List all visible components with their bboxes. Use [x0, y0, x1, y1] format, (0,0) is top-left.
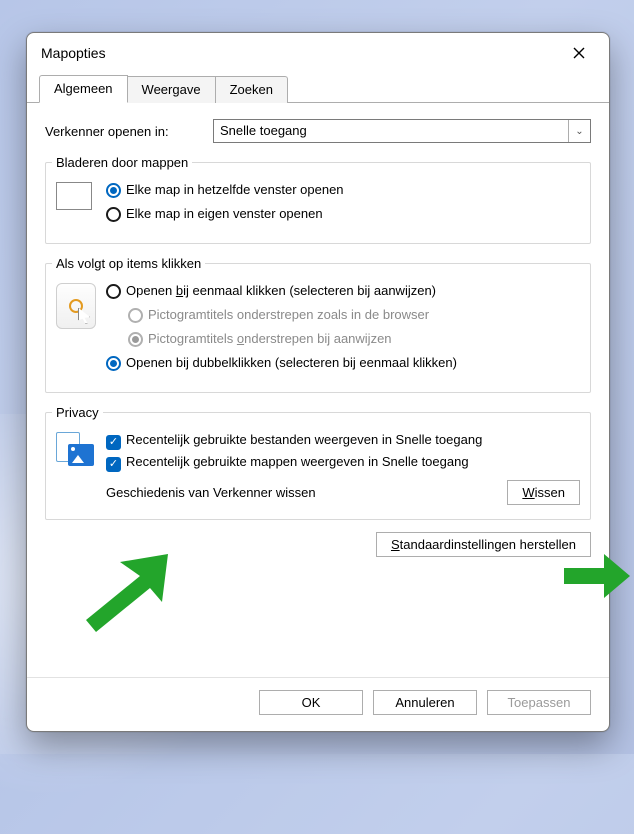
- tabs: Algemeen Weergave Zoeken: [27, 73, 609, 103]
- tab-search[interactable]: Zoeken: [215, 76, 288, 103]
- radio-double-click-label: Openen bij dubbelklikken (selecteren bij…: [126, 355, 580, 371]
- ok-button[interactable]: OK: [259, 690, 363, 715]
- restore-defaults-button[interactable]: Standaardinstellingen herstellen: [376, 532, 591, 557]
- checkbox-icon: ✓: [106, 457, 121, 472]
- radio-underline-browser: Pictogramtitels onderstrepen zoals in de…: [128, 307, 580, 327]
- window-icon: [56, 182, 92, 210]
- radio-single-click-label: Openen bij eenmaal klikken (selecteren b…: [126, 283, 580, 299]
- tab-view[interactable]: Weergave: [127, 76, 216, 103]
- privacy-legend: Privacy: [52, 405, 103, 420]
- recent-items-icon: [56, 432, 98, 474]
- folder-options-dialog: Mapopties Algemeen Weergave Zoeken Verke…: [26, 32, 610, 732]
- open-in-combobox[interactable]: Snelle toegang ⌄: [213, 119, 591, 143]
- checkbox-icon: ✓: [106, 435, 121, 450]
- window-title: Mapopties: [41, 45, 106, 61]
- radio-icon: [106, 356, 121, 371]
- radio-single-click[interactable]: Openen bij eenmaal klikken (selecteren b…: [106, 283, 580, 303]
- radio-underline-browser-label: Pictogramtitels onderstrepen zoals in de…: [148, 307, 580, 323]
- apply-button[interactable]: Toepassen: [487, 690, 591, 715]
- radio-icon: [106, 207, 121, 222]
- clear-history-row: Geschiedenis van Verkenner wissen Wissen: [106, 480, 580, 505]
- click-items-legend: Als volgt op items klikken: [52, 256, 205, 271]
- check-recent-folders-label: Recentelijk gebruikte mappen weergeven i…: [126, 454, 580, 470]
- dialog-footer: OK Annuleren Toepassen: [27, 677, 609, 731]
- cancel-button[interactable]: Annuleren: [373, 690, 477, 715]
- restore-defaults-row: Standaardinstellingen herstellen: [45, 532, 591, 557]
- radio-same-window-label: Elke map in hetzelfde venster openen: [126, 182, 580, 198]
- radio-icon: [128, 308, 143, 323]
- clear-history-label: Geschiedenis van Verkenner wissen: [106, 485, 507, 500]
- titlebar: Mapopties: [27, 33, 609, 73]
- radio-same-window[interactable]: Elke map in hetzelfde venster openen: [106, 182, 580, 202]
- check-recent-folders[interactable]: ✓ Recentelijk gebruikte mappen weergeven…: [106, 454, 580, 472]
- dialog-body: Verkenner openen in: Snelle toegang ⌄ Bl…: [27, 103, 609, 677]
- radio-underline-point-label: Pictogramtitels onderstrepen bij aanwijz…: [148, 331, 580, 347]
- check-recent-files-label: Recentelijk gebruikte bestanden weergeve…: [126, 432, 580, 448]
- open-in-dropdown-button[interactable]: ⌄: [568, 120, 590, 142]
- open-in-label: Verkenner openen in:: [45, 124, 213, 139]
- tab-search-label: Zoeken: [230, 82, 273, 97]
- radio-own-window-label: Elke map in eigen venster openen: [126, 206, 580, 222]
- radio-icon: [106, 183, 121, 198]
- open-in-value: Snelle toegang: [214, 120, 568, 142]
- browse-folders-icon: [56, 178, 106, 210]
- radio-own-window[interactable]: Elke map in eigen venster openen: [106, 206, 580, 226]
- tab-general-label: Algemeen: [54, 81, 113, 96]
- browse-folders-group: Bladeren door mappen Elke map in hetzelf…: [45, 155, 591, 244]
- tab-view-label: Weergave: [142, 82, 201, 97]
- tab-general[interactable]: Algemeen: [39, 75, 128, 103]
- browse-folders-legend: Bladeren door mappen: [52, 155, 192, 170]
- privacy-group: Privacy ✓ Recentelijk gebruikte bestande…: [45, 405, 591, 520]
- radio-icon: [106, 284, 121, 299]
- check-recent-files[interactable]: ✓ Recentelijk gebruikte bestanden weerge…: [106, 432, 580, 450]
- close-icon: [573, 47, 585, 59]
- close-button[interactable]: [559, 38, 599, 68]
- radio-double-click[interactable]: Openen bij dubbelklikken (selecteren bij…: [106, 355, 580, 375]
- click-items-group: Als volgt op items klikken Openen bij ee…: [45, 256, 591, 393]
- cursor-icon: [56, 283, 96, 329]
- radio-underline-point: Pictogramtitels onderstrepen bij aanwijz…: [128, 331, 580, 351]
- open-in-row: Verkenner openen in: Snelle toegang ⌄: [45, 119, 591, 143]
- chevron-down-icon: ⌄: [575, 126, 583, 137]
- radio-icon: [128, 332, 143, 347]
- clear-history-button[interactable]: Wissen: [507, 480, 580, 505]
